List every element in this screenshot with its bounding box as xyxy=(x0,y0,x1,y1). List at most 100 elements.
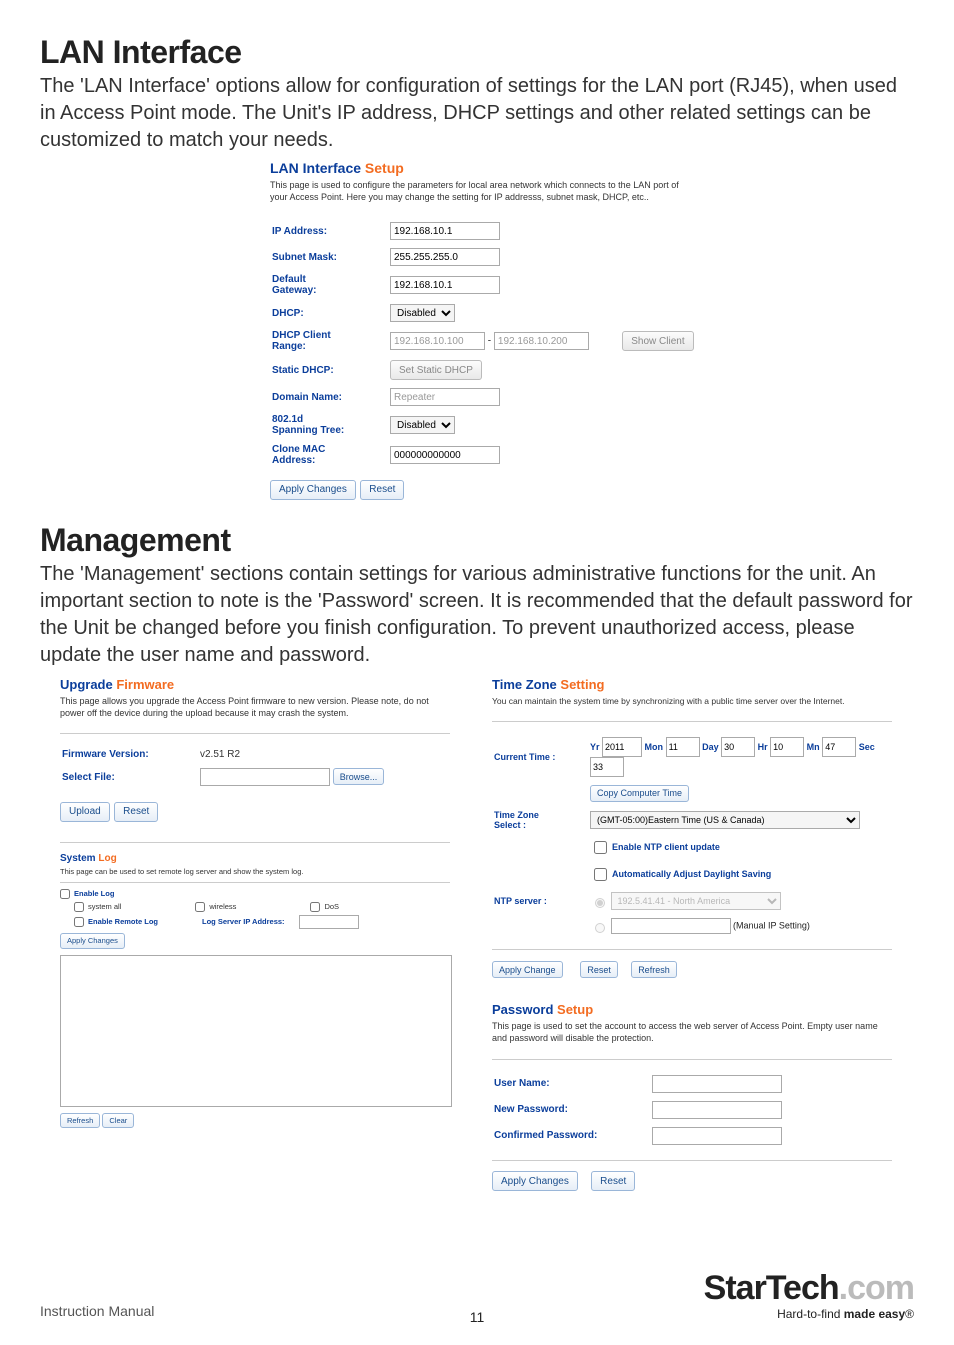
fw-version-value: v2.51 R2 xyxy=(200,746,390,763)
yr-label: Yr xyxy=(590,742,600,752)
pwd-reset-button[interactable]: Reset xyxy=(591,1171,635,1191)
day-input[interactable] xyxy=(721,737,755,757)
ip-input[interactable] xyxy=(390,222,500,240)
subnet-input[interactable] xyxy=(390,248,500,266)
ntp-radio-1 xyxy=(595,898,605,908)
password-panel: Password Setup This page is used to set … xyxy=(492,1002,904,1191)
mon-input[interactable] xyxy=(666,737,700,757)
lan-setup-title: LAN Interface Setup xyxy=(270,160,890,176)
intro-lan: The 'LAN Interface' options allow for co… xyxy=(40,73,914,154)
user-name-input[interactable] xyxy=(652,1075,782,1093)
enable-ntp-check[interactable] xyxy=(594,841,607,854)
upgrade-reset-button[interactable]: Reset xyxy=(114,802,158,822)
enable-ntp-label: Enable NTP client update xyxy=(612,842,720,852)
dhcp-range-from xyxy=(390,332,485,350)
lan-setup-desc: This page is used to configure the param… xyxy=(270,180,690,203)
syslog-title: System Log xyxy=(60,853,450,864)
timezone-panel: Time Zone Setting You can maintain the s… xyxy=(492,677,904,979)
show-client-button: Show Client xyxy=(622,331,693,351)
page-number: 11 xyxy=(470,1309,485,1325)
sec-input[interactable] xyxy=(590,757,624,777)
tz-select[interactable]: (GMT-05:00)Eastern Time (US & Canada) xyxy=(590,811,860,829)
enable-log-check[interactable] xyxy=(60,889,70,899)
log-server-input[interactable] xyxy=(299,915,359,929)
system-all-label: system all xyxy=(88,902,121,911)
upgrade-form: Firmware Version: v2.51 R2 Select File: … xyxy=(60,744,392,791)
syslog-clear-button[interactable]: Clear xyxy=(102,1113,134,1128)
range-sep: - xyxy=(488,336,491,347)
pwd-desc: This page is used to set the account to … xyxy=(492,1021,892,1044)
dos-check[interactable] xyxy=(310,902,320,912)
dhcp-range-label: DHCP ClientRange: xyxy=(272,327,388,355)
confirm-pwd-input[interactable] xyxy=(652,1127,782,1145)
logo-tagline: Hard-to-find made easy® xyxy=(704,1307,914,1321)
ntp-server-select: 192.5.41.41 - North America xyxy=(611,892,781,910)
enable-log-label: Enable Log xyxy=(74,889,114,898)
logo-text-b: .com xyxy=(839,1269,914,1307)
new-pwd-input[interactable] xyxy=(652,1101,782,1119)
heading-lan: LAN Interface xyxy=(40,34,914,71)
confirm-pwd-label: Confirmed Password: xyxy=(494,1124,650,1148)
mn-input[interactable] xyxy=(822,737,856,757)
upgrade-desc: This page allows you upgrade the Access … xyxy=(60,696,450,719)
mn-label: Mn xyxy=(807,742,820,752)
log-server-label: Log Server IP Address: xyxy=(202,917,285,926)
lan-apply-button[interactable]: Apply Changes xyxy=(270,480,356,500)
lan-setup-panel: LAN Interface Setup This page is used to… xyxy=(270,160,890,500)
enable-remote-check[interactable] xyxy=(74,917,84,927)
tz-refresh-button[interactable]: Refresh xyxy=(631,961,677,978)
pwd-form: User Name: New Password: Confirmed Passw… xyxy=(492,1070,790,1150)
system-log-panel: System Log This page can be used to set … xyxy=(60,853,450,1128)
domain-input xyxy=(390,388,500,406)
browse-button[interactable]: Browse... xyxy=(333,768,385,785)
startech-logo: StarTech.com Hard-to-find made easy® xyxy=(704,1271,914,1321)
wireless-check[interactable] xyxy=(195,902,205,912)
clone-mac-label: Clone MACAddress: xyxy=(272,441,388,469)
auto-dst-label: Automatically Adjust Daylight Saving xyxy=(612,869,771,879)
gateway-input[interactable] xyxy=(390,276,500,294)
ip-label: IP Address: xyxy=(272,219,388,243)
sec-label: Sec xyxy=(859,742,875,752)
tz-reset-button[interactable]: Reset xyxy=(580,961,618,978)
enable-remote-label: Enable Remote Log xyxy=(88,917,158,926)
hr-input[interactable] xyxy=(770,737,804,757)
file-input[interactable] xyxy=(200,768,330,786)
logo-text-a: StarTech xyxy=(704,1269,839,1307)
upgrade-title: Upgrade Firmware xyxy=(60,677,472,692)
intro-management: The 'Management' sections contain settin… xyxy=(40,561,914,669)
fw-version-label: Firmware Version: xyxy=(62,746,198,763)
tz-form: Current Time : Yr Mon Day Hr Mn Sec C xyxy=(492,732,904,939)
upload-button[interactable]: Upload xyxy=(60,802,110,822)
clone-mac-input[interactable] xyxy=(390,446,500,464)
static-dhcp-label: Static DHCP: xyxy=(272,357,388,383)
heading-management: Management xyxy=(40,522,914,559)
hr-label: Hr xyxy=(758,742,768,752)
dhcp-select[interactable]: Disabled xyxy=(390,304,455,322)
pwd-apply-button[interactable]: Apply Changes xyxy=(492,1171,578,1191)
ntp-server-label: NTP server : xyxy=(494,889,588,913)
syslog-apply-button[interactable]: Apply Changes xyxy=(60,933,125,949)
lan-title-part2: Setup xyxy=(361,160,404,176)
auto-dst-check[interactable] xyxy=(594,868,607,881)
pwd-title: Password Setup xyxy=(492,1002,904,1017)
footer-text: Instruction Manual xyxy=(40,1303,154,1319)
system-all-check[interactable] xyxy=(74,902,84,912)
dhcp-label: DHCP: xyxy=(272,301,388,325)
current-time-label: Current Time : xyxy=(494,734,588,780)
spanning-select[interactable]: Disabled xyxy=(390,416,455,434)
dos-label: DoS xyxy=(324,902,339,911)
syslog-refresh-button[interactable]: Refresh xyxy=(60,1113,100,1128)
copy-time-button[interactable]: Copy Computer Time xyxy=(590,785,689,802)
yr-input[interactable] xyxy=(602,737,642,757)
syslog-desc: This page can be used to set remote log … xyxy=(60,867,450,876)
wireless-label: wireless xyxy=(209,902,236,911)
log-textarea[interactable] xyxy=(60,955,452,1107)
lan-title-part1: LAN Interface xyxy=(270,160,361,176)
manual-ip-label: (Manual IP Setting) xyxy=(733,920,810,930)
tz-desc: You can maintain the system time by sync… xyxy=(492,696,872,707)
mon-label: Mon xyxy=(645,742,664,752)
upgrade-firmware-panel: Upgrade Firmware This page allows you up… xyxy=(60,677,472,843)
lan-reset-button[interactable]: Reset xyxy=(360,480,404,500)
new-pwd-label: New Password: xyxy=(494,1098,650,1122)
tz-apply-button[interactable]: Apply Change xyxy=(492,961,563,978)
